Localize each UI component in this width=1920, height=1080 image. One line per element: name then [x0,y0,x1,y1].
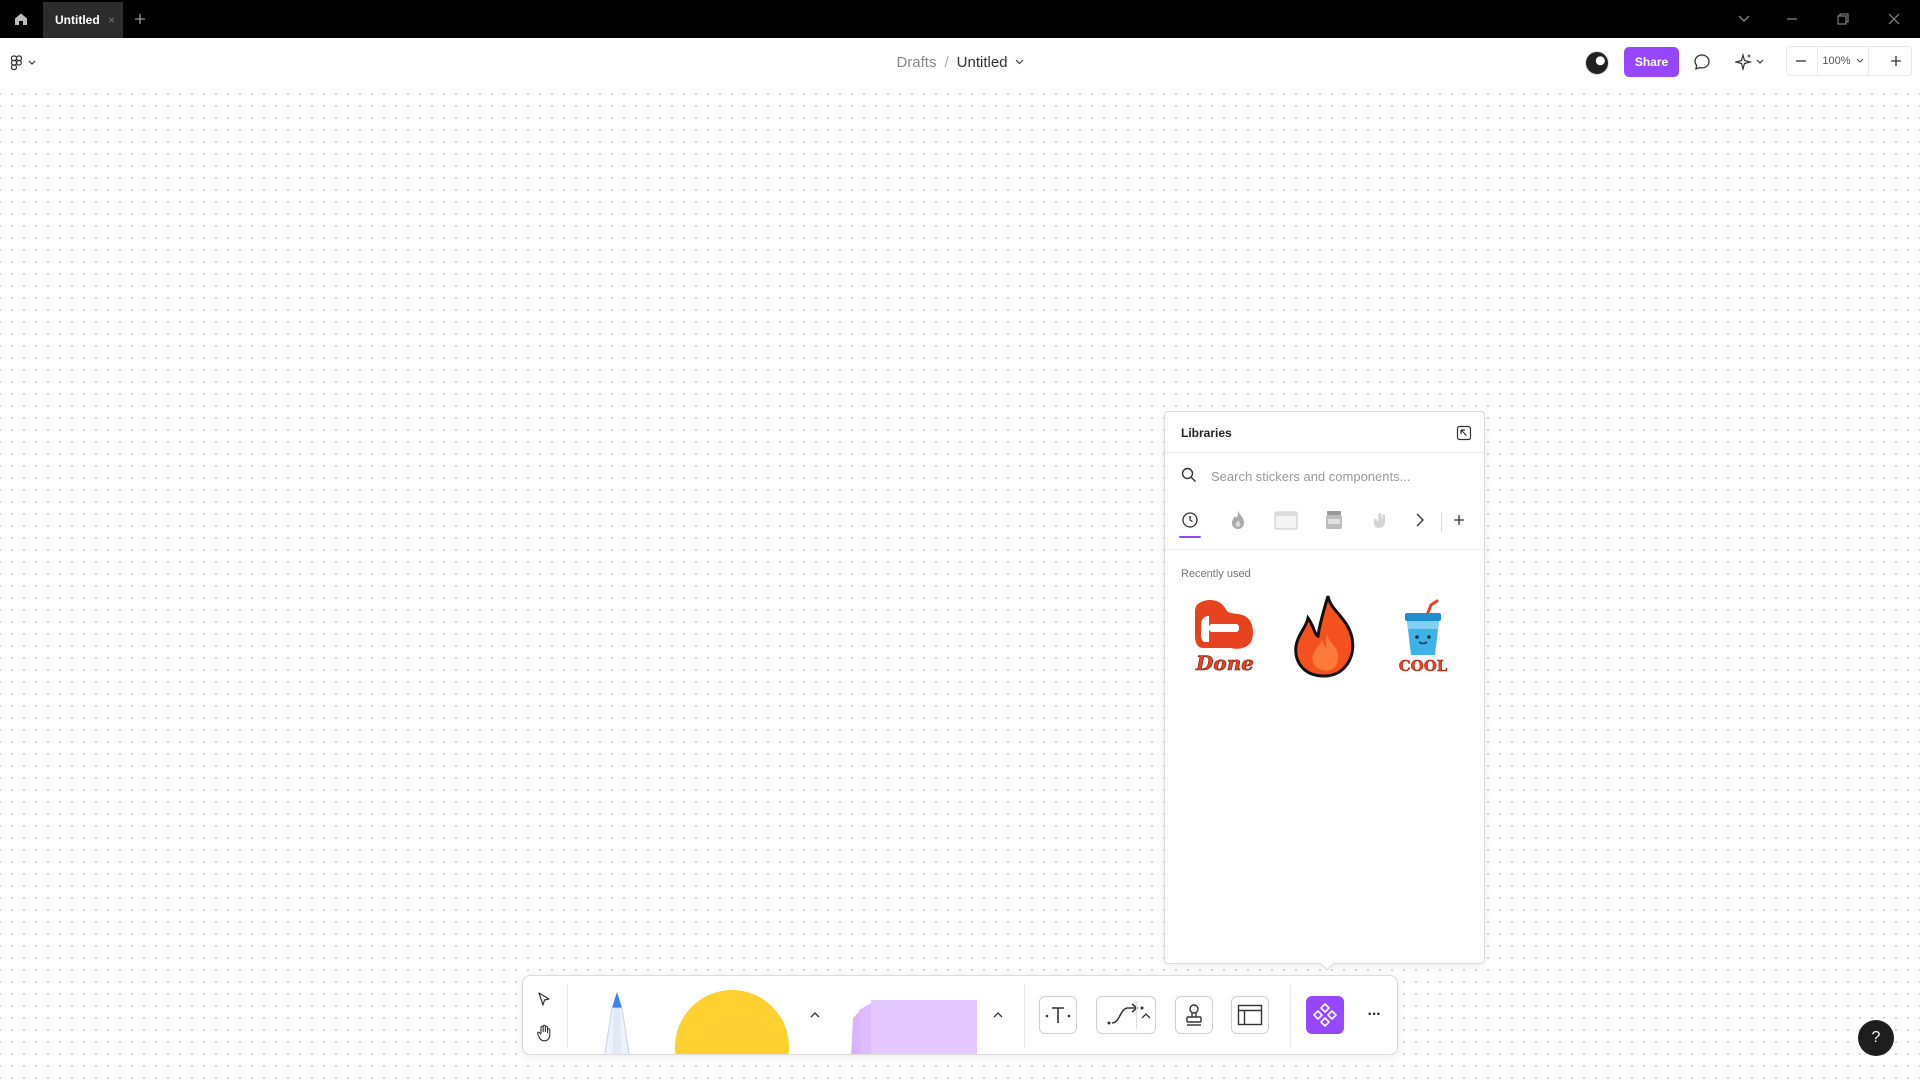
tab-list-chevron-icon[interactable] [1732,9,1756,29]
tabs-next-chevron[interactable] [1405,505,1435,535]
stamp-tool[interactable] [1175,996,1213,1034]
divider [1441,512,1442,532]
tab-jar-stickers[interactable] [1319,505,1349,535]
chevron-down-icon [28,60,36,65]
collapse-panel-icon[interactable] [1454,423,1474,443]
minimize-icon[interactable] [1780,9,1804,29]
search-input[interactable] [1211,465,1466,487]
stamp-icon [1186,1004,1202,1026]
recently-used-label: Recently used [1181,568,1251,580]
home-icon[interactable] [8,7,34,31]
plus-icon [1454,515,1464,525]
hand-tool[interactable] [531,1020,557,1046]
chevron-down-icon[interactable] [1015,59,1024,65]
window-close-icon[interactable] [1882,9,1906,29]
tab-fire-stickers[interactable] [1223,505,1253,535]
zoom-level-value: 100% [1822,55,1851,67]
whiteboard-canvas[interactable] [0,86,1920,1080]
chevron-up-icon [1141,1013,1151,1019]
marker-pen-icon [604,992,630,1054]
connector-icon [1107,1003,1144,1025]
divider [567,984,568,1048]
assets-tool[interactable] [1306,996,1344,1034]
window-titlebar: Untitled × [0,0,1920,38]
marker-tool[interactable] [593,990,641,1054]
chevron-down-icon [1856,58,1863,63]
restore-icon[interactable] [1831,9,1855,29]
chevron-up-icon [810,1011,820,1017]
fire-sticker[interactable] [1285,592,1365,682]
figma-logo-icon [10,55,23,71]
app-header: Drafts / Untitled Share 100% [0,38,1920,86]
file-title[interactable]: Untitled [957,54,1008,71]
share-button[interactable]: Share [1624,47,1679,77]
cool-sticker[interactable]: COOL [1383,592,1463,682]
divider [1165,452,1484,453]
tab-calendar-stickers[interactable] [1271,505,1301,535]
components-icon [1313,1003,1337,1027]
text-t-icon [1045,1007,1071,1023]
more-tools-button[interactable]: ··· [1359,1002,1389,1028]
library-tabs [1165,502,1484,538]
done-sticker-text: Done [1195,651,1254,675]
section-frame-icon [1237,1004,1263,1026]
circle-shape-icon [675,990,789,1054]
zoom-out-icon[interactable] [1787,47,1815,75]
chevron-right-icon [1416,513,1424,527]
shape-options-chevron[interactable] [805,1004,825,1024]
calendar-sticker-icon [1274,511,1298,530]
libraries-panel: Libraries Recently used [1164,411,1485,971]
ai-sparkle-icon[interactable] [1731,50,1767,74]
sticky-note-tool[interactable] [843,988,983,1054]
recent-clock-icon [1182,512,1198,528]
connector-tool[interactable] [1096,996,1156,1034]
main-menu-button[interactable] [10,51,46,75]
sticky-note-icon [851,1000,977,1054]
file-tab-title: Untitled [55,13,100,27]
tab-hand-stickers[interactable] [1367,505,1397,535]
divider [1290,984,1291,1048]
panel-pointer [1320,963,1334,971]
zoom-level-dropdown[interactable]: 100% [1817,47,1869,75]
zoom-control: 100% [1786,46,1912,76]
cursor-arrow-icon [538,992,550,1006]
tab-recent[interactable] [1175,505,1205,538]
section-tool[interactable] [1231,996,1269,1034]
zoom-in-icon[interactable] [1881,47,1911,75]
move-tool[interactable] [531,986,557,1012]
done-sticker[interactable]: Done [1185,592,1265,682]
hand-icon [537,1024,551,1042]
sticky-options-chevron[interactable] [988,1004,1008,1024]
add-library-button[interactable] [1444,505,1474,535]
chevron-up-icon [993,1011,1003,1017]
new-tab-icon[interactable] [130,9,150,29]
breadcrumb-drafts[interactable]: Drafts [896,54,936,71]
jar-sticker-icon [1326,511,1342,529]
divider [1024,984,1025,1048]
cool-sticker-text: COOL [1399,657,1448,675]
libraries-title: Libraries [1181,426,1232,440]
comment-icon[interactable] [1689,50,1715,74]
tab-close-icon[interactable]: × [108,13,115,27]
text-tool[interactable] [1039,996,1077,1034]
file-tab[interactable]: Untitled × [43,2,123,38]
avatar[interactable] [1585,51,1609,75]
breadcrumb-separator: / [944,53,949,71]
help-button[interactable]: ? [1858,1020,1894,1056]
search-icon [1181,467,1196,482]
creation-toolbar: ··· [522,975,1398,1055]
shape-tool[interactable] [673,988,791,1054]
fire-sticker-icon [1232,510,1244,529]
divider [1165,549,1484,550]
hand-sticker-icon [1374,513,1385,528]
